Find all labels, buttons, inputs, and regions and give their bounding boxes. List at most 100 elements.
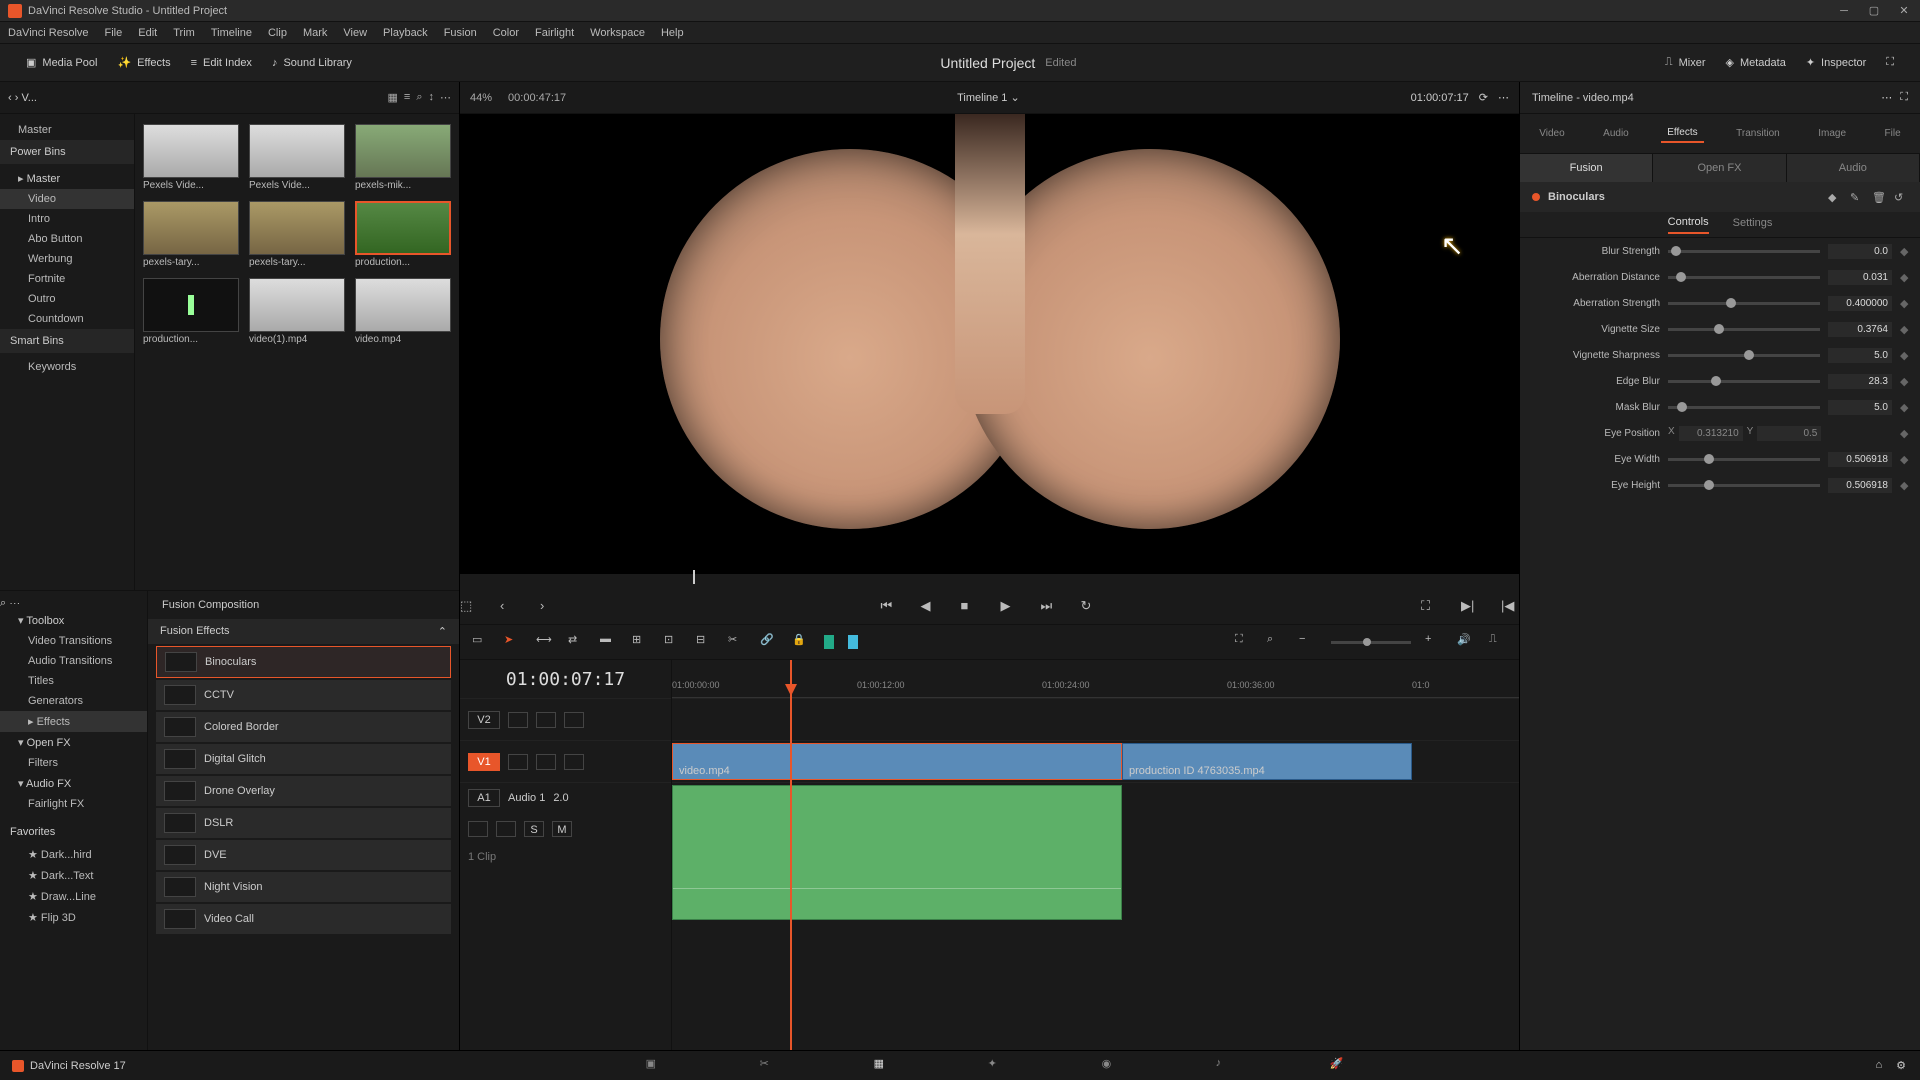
menu-davinci-resolve[interactable]: DaVinci Resolve	[8, 27, 89, 39]
razor-icon[interactable]: ✂	[728, 633, 746, 651]
clip-thumb[interactable]: production...	[355, 201, 451, 268]
more-icon[interactable]: ⋯	[9, 597, 20, 609]
clip-thumb[interactable]: pexels-tary...	[249, 201, 345, 268]
track-v1[interactable]: video.mp4 production ID 4763035.mp4	[672, 740, 1519, 782]
fairlight-page-icon[interactable]: ♪	[1216, 1057, 1240, 1075]
param-slider[interactable]	[1668, 250, 1820, 253]
bin-outro[interactable]: Outro	[0, 289, 134, 309]
blade-tool-icon[interactable]: ▬	[600, 633, 618, 651]
param-value[interactable]: 28.3	[1828, 374, 1892, 389]
chevron-left-icon[interactable]: ‹	[8, 92, 12, 104]
flag-icon[interactable]	[824, 635, 834, 649]
track-v2[interactable]	[672, 698, 1519, 740]
lock-icon[interactable]	[468, 821, 488, 837]
fx-binoculars[interactable]: Binoculars	[156, 646, 451, 678]
match-frame-icon[interactable]: ⬚	[460, 598, 478, 616]
mute-button[interactable]: M	[552, 821, 572, 837]
fusion-composition[interactable]: Fusion Composition	[148, 591, 459, 619]
keyframe-icon[interactable]: ◆	[1900, 297, 1910, 310]
zoom-slider[interactable]	[1331, 641, 1411, 644]
timeline-clip-production[interactable]: production ID 4763035.mp4	[1122, 743, 1412, 780]
disable-track-icon[interactable]	[564, 754, 584, 770]
param-slider[interactable]	[1668, 276, 1820, 279]
menu-clip[interactable]: Clip	[268, 27, 287, 39]
inspector-tab-effects[interactable]: Effects	[1661, 124, 1703, 143]
customize-icon[interactable]: ⎍	[1489, 633, 1507, 651]
menu-edit[interactable]: Edit	[138, 27, 157, 39]
pb-master[interactable]: ▸ Master	[0, 168, 134, 189]
track-a1[interactable]	[672, 782, 1519, 922]
edit-index-button[interactable]: ≡Edit Index	[181, 53, 262, 73]
keyframe-icon[interactable]: ◆	[1900, 479, 1910, 492]
menu-timeline[interactable]: Timeline	[211, 27, 252, 39]
clip-thumb[interactable]: production...	[143, 278, 239, 345]
loop-button[interactable]: ↻	[1081, 598, 1099, 616]
list-view-icon[interactable]: ≡	[404, 91, 410, 104]
openfx-filters[interactable]: Filters	[0, 753, 147, 773]
bin-video[interactable]: Video	[0, 189, 134, 209]
playhead-timecode[interactable]: 01:00:07:17	[460, 660, 671, 698]
fx-night-vision[interactable]: Night Vision	[156, 872, 451, 902]
first-frame-button[interactable]: ⏮	[881, 598, 899, 616]
timeline-name[interactable]: Timeline 1	[957, 92, 1007, 104]
chevron-down-icon[interactable]: ⌄	[1011, 92, 1020, 104]
menu-workspace[interactable]: Workspace	[590, 27, 645, 39]
bin-werbung[interactable]: Werbung	[0, 249, 134, 269]
bin-fortnite[interactable]: Fortnite	[0, 269, 134, 289]
param-slider[interactable]	[1668, 354, 1820, 357]
marker-icon[interactable]	[848, 635, 858, 649]
param-y-value[interactable]: 0.5	[1757, 426, 1821, 441]
lock-track-icon[interactable]	[508, 712, 528, 728]
close-button[interactable]: ✕	[1896, 3, 1912, 19]
keyframe-icon[interactable]: ◆	[1900, 323, 1910, 336]
lock-track-icon[interactable]	[508, 754, 528, 770]
param-slider[interactable]	[1668, 406, 1820, 409]
smart-bin-keywords[interactable]: Keywords	[0, 357, 134, 377]
fx-colored-border[interactable]: Colored Border	[156, 712, 451, 742]
param-value[interactable]: 0.506918	[1828, 452, 1892, 467]
menu-file[interactable]: File	[105, 27, 123, 39]
bin-countdown[interactable]: Countdown	[0, 309, 134, 329]
clip-thumb[interactable]: pexels-tary...	[143, 201, 239, 268]
prev-edit-icon[interactable]: ‹	[500, 598, 518, 616]
settings-icon[interactable]: ✎	[1850, 191, 1864, 204]
replace-icon[interactable]: ⊟	[696, 633, 714, 651]
expand-button[interactable]: ⛶	[1876, 52, 1904, 73]
fav-item[interactable]: ★ Dark...hird	[0, 844, 147, 865]
overwrite-icon[interactable]: ⊡	[664, 633, 682, 651]
zoom-to-fit-icon[interactable]: ⛶	[1235, 633, 1253, 651]
selection-tool-icon[interactable]: ➤	[504, 633, 522, 651]
fxtree-audio-transitions[interactable]: Audio Transitions	[0, 651, 147, 671]
mixer-button[interactable]: ⎍Mixer	[1655, 52, 1716, 73]
search-icon[interactable]: ⌕	[0, 597, 6, 609]
bin-intro[interactable]: Intro	[0, 209, 134, 229]
trim-tool-icon[interactable]: ⟷	[536, 633, 554, 651]
menu-fusion[interactable]: Fusion	[444, 27, 477, 39]
fav-item[interactable]: ★ Flip 3D	[0, 907, 147, 928]
fx-digital-glitch[interactable]: Digital Glitch	[156, 744, 451, 774]
param-slider[interactable]	[1668, 328, 1820, 331]
enable-dot[interactable]	[1532, 193, 1540, 201]
param-value[interactable]: 0.3764	[1828, 322, 1892, 337]
menu-color[interactable]: Color	[493, 27, 519, 39]
track-header-a1[interactable]: A1 Audio 1 2.0 S M 1 Clip	[460, 782, 671, 922]
param-slider[interactable]	[1668, 458, 1820, 461]
fullscreen-icon[interactable]: ⛶	[1421, 598, 1439, 616]
subtab-audio[interactable]: Audio	[1787, 154, 1920, 182]
expand-icon[interactable]: ⛶	[1900, 91, 1908, 104]
param-value[interactable]: 0.0	[1828, 244, 1892, 259]
zoom-in-icon[interactable]: +	[1425, 633, 1443, 651]
menu-trim[interactable]: Trim	[173, 27, 195, 39]
link-icon[interactable]: 🔗	[760, 633, 778, 651]
solo-button[interactable]: S	[524, 821, 544, 837]
param-x-value[interactable]: 0.313210	[1679, 426, 1743, 441]
keyframe-icon[interactable]: ◆	[1900, 453, 1910, 466]
more-icon[interactable]: ⋯	[1881, 91, 1892, 104]
param-value[interactable]: 0.031	[1828, 270, 1892, 285]
grid-view-icon[interactable]: ▦	[388, 91, 398, 104]
keyframe-icon[interactable]: ◆	[1900, 375, 1910, 388]
toolbox-item[interactable]: ▾ Toolbox	[0, 610, 147, 631]
keyframe-icon[interactable]: ◆	[1900, 401, 1910, 414]
fairlightfx-item[interactable]: Fairlight FX	[0, 794, 147, 814]
timeline-audio-clip[interactable]	[672, 785, 1122, 920]
